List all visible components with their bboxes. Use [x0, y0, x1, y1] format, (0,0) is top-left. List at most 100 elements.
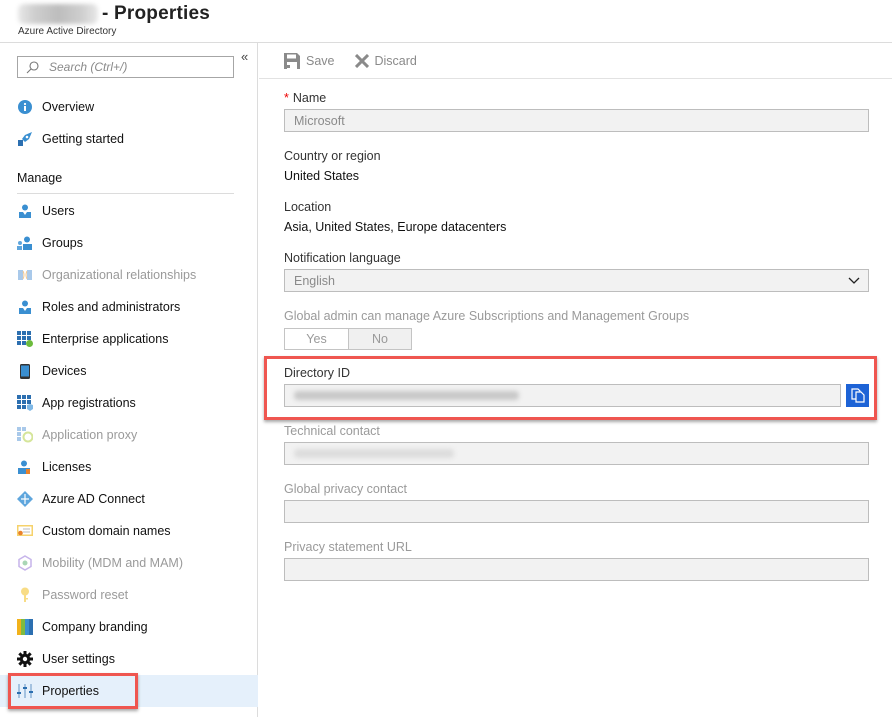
blade-header: - Properties Azure Active Directory [0, 0, 892, 43]
name-value: Microsoft [294, 113, 345, 128]
sidebar: Search (Ctrl+/) « Overview Getting start… [0, 43, 258, 717]
sidebar-item-getting-started[interactable]: Getting started [0, 123, 258, 155]
notification-language-label: Notification language [284, 251, 401, 265]
info-icon [17, 99, 33, 115]
sidebar-item-groups[interactable]: Groups [0, 227, 258, 259]
sidebar-item-label: Enterprise applications [42, 332, 169, 346]
sidebar-item-mobility[interactable]: Mobility (MDM and MAM) [0, 547, 258, 579]
sidebar-item-organizational-relationships[interactable]: Organizational relationships [0, 259, 258, 291]
sidebar-item-custom-domain-names[interactable]: Custom domain names [0, 515, 258, 547]
sidebar-item-roles-and-administrators[interactable]: Roles and administrators [0, 291, 258, 323]
country-label: Country or region [284, 149, 381, 163]
location-label: Location [284, 200, 332, 214]
command-bar: Save Discard [259, 43, 892, 79]
name-label-text: Name [292, 91, 327, 105]
redacted-tenant-name [18, 4, 98, 24]
global-admin-label: Global admin can manage Azure Subscripti… [284, 309, 690, 323]
sidebar-item-label: Groups [42, 236, 83, 250]
section-divider [17, 193, 234, 194]
collapse-sidebar-button[interactable]: « [241, 49, 248, 64]
sidebar-item-label: Custom domain names [42, 524, 171, 538]
technical-contact-field[interactable] [284, 442, 869, 465]
sidebar-item-label: User settings [42, 652, 115, 666]
global-privacy-contact-field[interactable] [284, 500, 869, 523]
discard-label: Discard [374, 53, 417, 68]
discard-button[interactable]: Discard [354, 53, 417, 68]
name-field[interactable]: Microsoft [284, 109, 869, 132]
sidebar-item-label: Company branding [42, 620, 148, 634]
technical-contact-label: Technical contact [284, 424, 380, 438]
chevron-down-icon [848, 277, 860, 284]
app-registrations-icon [17, 395, 33, 411]
save-label: Save [306, 53, 335, 68]
sidebar-item-label: Mobility (MDM and MAM) [42, 556, 183, 570]
ad-connect-icon [17, 491, 33, 507]
privacy-statement-url-field[interactable] [284, 558, 869, 581]
directory-id-label: Directory ID [284, 366, 350, 380]
copy-button[interactable] [846, 384, 869, 407]
page-subtitle: Azure Active Directory [18, 26, 117, 37]
copy-icon [850, 388, 865, 403]
location-value: Asia, United States, Europe datacenters [284, 220, 507, 234]
rocket-icon [17, 131, 33, 147]
mobility-icon [17, 555, 33, 571]
key-icon [17, 587, 33, 603]
sidebar-item-label: Licenses [42, 460, 92, 474]
name-label: * Name [284, 91, 326, 105]
redacted-technical-contact [294, 449, 454, 458]
sidebar-item-users[interactable]: Users [0, 195, 258, 227]
toggle-yes[interactable]: Yes [285, 329, 348, 349]
global-admin-toggle: Yes No [284, 328, 412, 350]
sidebar-item-label: App registrations [42, 396, 136, 410]
sidebar-item-azure-ad-connect[interactable]: Azure AD Connect [0, 483, 258, 515]
section-label-manage: Manage [17, 171, 63, 185]
required-asterisk: * [284, 91, 289, 105]
close-icon [354, 53, 369, 68]
global-privacy-contact-label: Global privacy contact [284, 482, 407, 496]
save-button[interactable]: Save [284, 52, 335, 69]
domain-icon [17, 523, 33, 539]
roles-icon [17, 299, 33, 315]
country-value: United States [284, 169, 360, 183]
sidebar-item-properties[interactable]: Properties [0, 675, 258, 707]
org-relationships-icon [17, 267, 33, 283]
search-icon [26, 60, 39, 73]
app-proxy-icon [17, 427, 33, 443]
sidebar-item-password-reset[interactable]: Password reset [0, 579, 258, 611]
licenses-icon [17, 459, 33, 475]
enterprise-apps-icon [17, 331, 33, 347]
sidebar-item-application-proxy[interactable]: Application proxy [0, 419, 258, 451]
sidebar-item-company-branding[interactable]: Company branding [0, 611, 258, 643]
sidebar-item-label: Roles and administrators [42, 300, 181, 314]
sidebar-item-label: Application proxy [42, 428, 138, 442]
redacted-directory-id [294, 391, 519, 400]
page-title: - Properties [102, 3, 210, 24]
search-input[interactable]: Search (Ctrl+/) [17, 56, 234, 78]
sidebar-item-devices[interactable]: Devices [0, 355, 258, 387]
sidebar-item-overview[interactable]: Overview [0, 91, 258, 123]
sidebar-item-label: Properties [42, 684, 99, 698]
title-row: - Properties [18, 3, 210, 25]
properties-panel: Save Discard * Name Microsoft Country or … [259, 43, 892, 717]
sidebar-item-user-settings[interactable]: User settings [0, 643, 258, 675]
properties-icon [17, 683, 33, 699]
sidebar-item-label: Organizational relationships [42, 268, 197, 282]
notification-language-value: English [294, 273, 335, 288]
sidebar-item-label: Getting started [42, 132, 124, 146]
toggle-no[interactable]: No [348, 329, 411, 349]
notification-language-select[interactable]: English [284, 269, 869, 292]
user-icon [17, 203, 33, 219]
privacy-statement-url-label: Privacy statement URL [284, 540, 412, 554]
sidebar-item-label: Azure AD Connect [42, 492, 145, 506]
sidebar-item-licenses[interactable]: Licenses [0, 451, 258, 483]
sidebar-item-label: Users [42, 204, 75, 218]
groups-icon [17, 235, 33, 251]
sidebar-item-label: Devices [42, 364, 87, 378]
device-icon [17, 363, 33, 379]
sidebar-item-app-registrations[interactable]: App registrations [0, 387, 258, 419]
search-placeholder: Search (Ctrl+/) [49, 60, 128, 74]
gear-icon [17, 651, 33, 667]
sidebar-item-label: Password reset [42, 588, 129, 602]
directory-id-field[interactable] [284, 384, 841, 407]
sidebar-item-enterprise-applications[interactable]: Enterprise applications [0, 323, 258, 355]
